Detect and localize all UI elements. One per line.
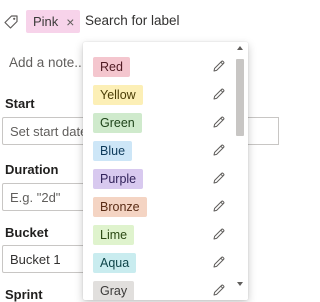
chip-label: Pink bbox=[33, 14, 59, 29]
label-dropdown: Red Yellow Green Blue Purple Bronze Lime Aqua Gr… bbox=[83, 42, 248, 300]
duration-label: Duration bbox=[5, 162, 59, 177]
pencil-icon[interactable] bbox=[212, 87, 226, 101]
start-date-placeholder: Set start date bbox=[10, 124, 88, 139]
pencil-icon[interactable] bbox=[212, 143, 226, 157]
label-option[interactable]: Blue bbox=[83, 137, 233, 165]
duration-placeholder: E.g. "2d" bbox=[10, 190, 61, 205]
label-option-pill: Aqua bbox=[93, 253, 137, 273]
label-bar: Pink × Search for label bbox=[0, 0, 279, 40]
label-option-pill: Green bbox=[93, 113, 142, 133]
label-option-pill: Gray bbox=[93, 281, 135, 300]
pencil-icon[interactable] bbox=[212, 283, 226, 297]
label-option[interactable]: Gray bbox=[83, 277, 233, 300]
label-option-pill: Yellow bbox=[93, 85, 143, 105]
label-option[interactable]: Purple bbox=[83, 165, 233, 193]
scroll-down-icon[interactable] bbox=[237, 282, 243, 286]
label-option[interactable]: Lime bbox=[83, 221, 233, 249]
bucket-label: Bucket bbox=[5, 225, 49, 240]
selected-label-chip: Pink × bbox=[26, 10, 81, 33]
label-option-pill: Blue bbox=[93, 141, 133, 161]
label-list: Red Yellow Green Blue Purple Bronze Lime Aqua Gr… bbox=[83, 42, 233, 300]
tag-icon bbox=[4, 15, 18, 29]
label-option[interactable]: Green bbox=[83, 109, 233, 137]
pencil-icon[interactable] bbox=[212, 227, 226, 241]
label-option[interactable]: Bronze bbox=[83, 193, 233, 221]
pencil-icon[interactable] bbox=[212, 199, 226, 213]
note-placeholder: Add a note... bbox=[9, 55, 86, 70]
dropdown-scrollbar[interactable] bbox=[233, 42, 248, 300]
bucket-value: Bucket 1 bbox=[10, 252, 61, 267]
scroll-up-icon[interactable] bbox=[237, 46, 243, 50]
label-search-input[interactable]: Search for label bbox=[85, 13, 180, 28]
remove-label-icon[interactable]: × bbox=[66, 15, 74, 29]
label-option[interactable]: Yellow bbox=[83, 81, 233, 109]
label-option-pill: Red bbox=[93, 57, 130, 77]
label-option[interactable]: Red bbox=[83, 53, 233, 81]
pencil-icon[interactable] bbox=[212, 255, 226, 269]
pencil-icon[interactable] bbox=[212, 115, 226, 129]
pencil-icon[interactable] bbox=[212, 59, 226, 73]
label-option-pill: Bronze bbox=[93, 197, 147, 217]
label-option[interactable]: Aqua bbox=[83, 249, 233, 277]
scrollbar-thumb[interactable] bbox=[236, 59, 244, 136]
pencil-icon[interactable] bbox=[212, 171, 226, 185]
label-option-pill: Lime bbox=[93, 225, 135, 245]
start-label: Start bbox=[5, 96, 35, 111]
label-option-pill: Purple bbox=[93, 169, 144, 189]
